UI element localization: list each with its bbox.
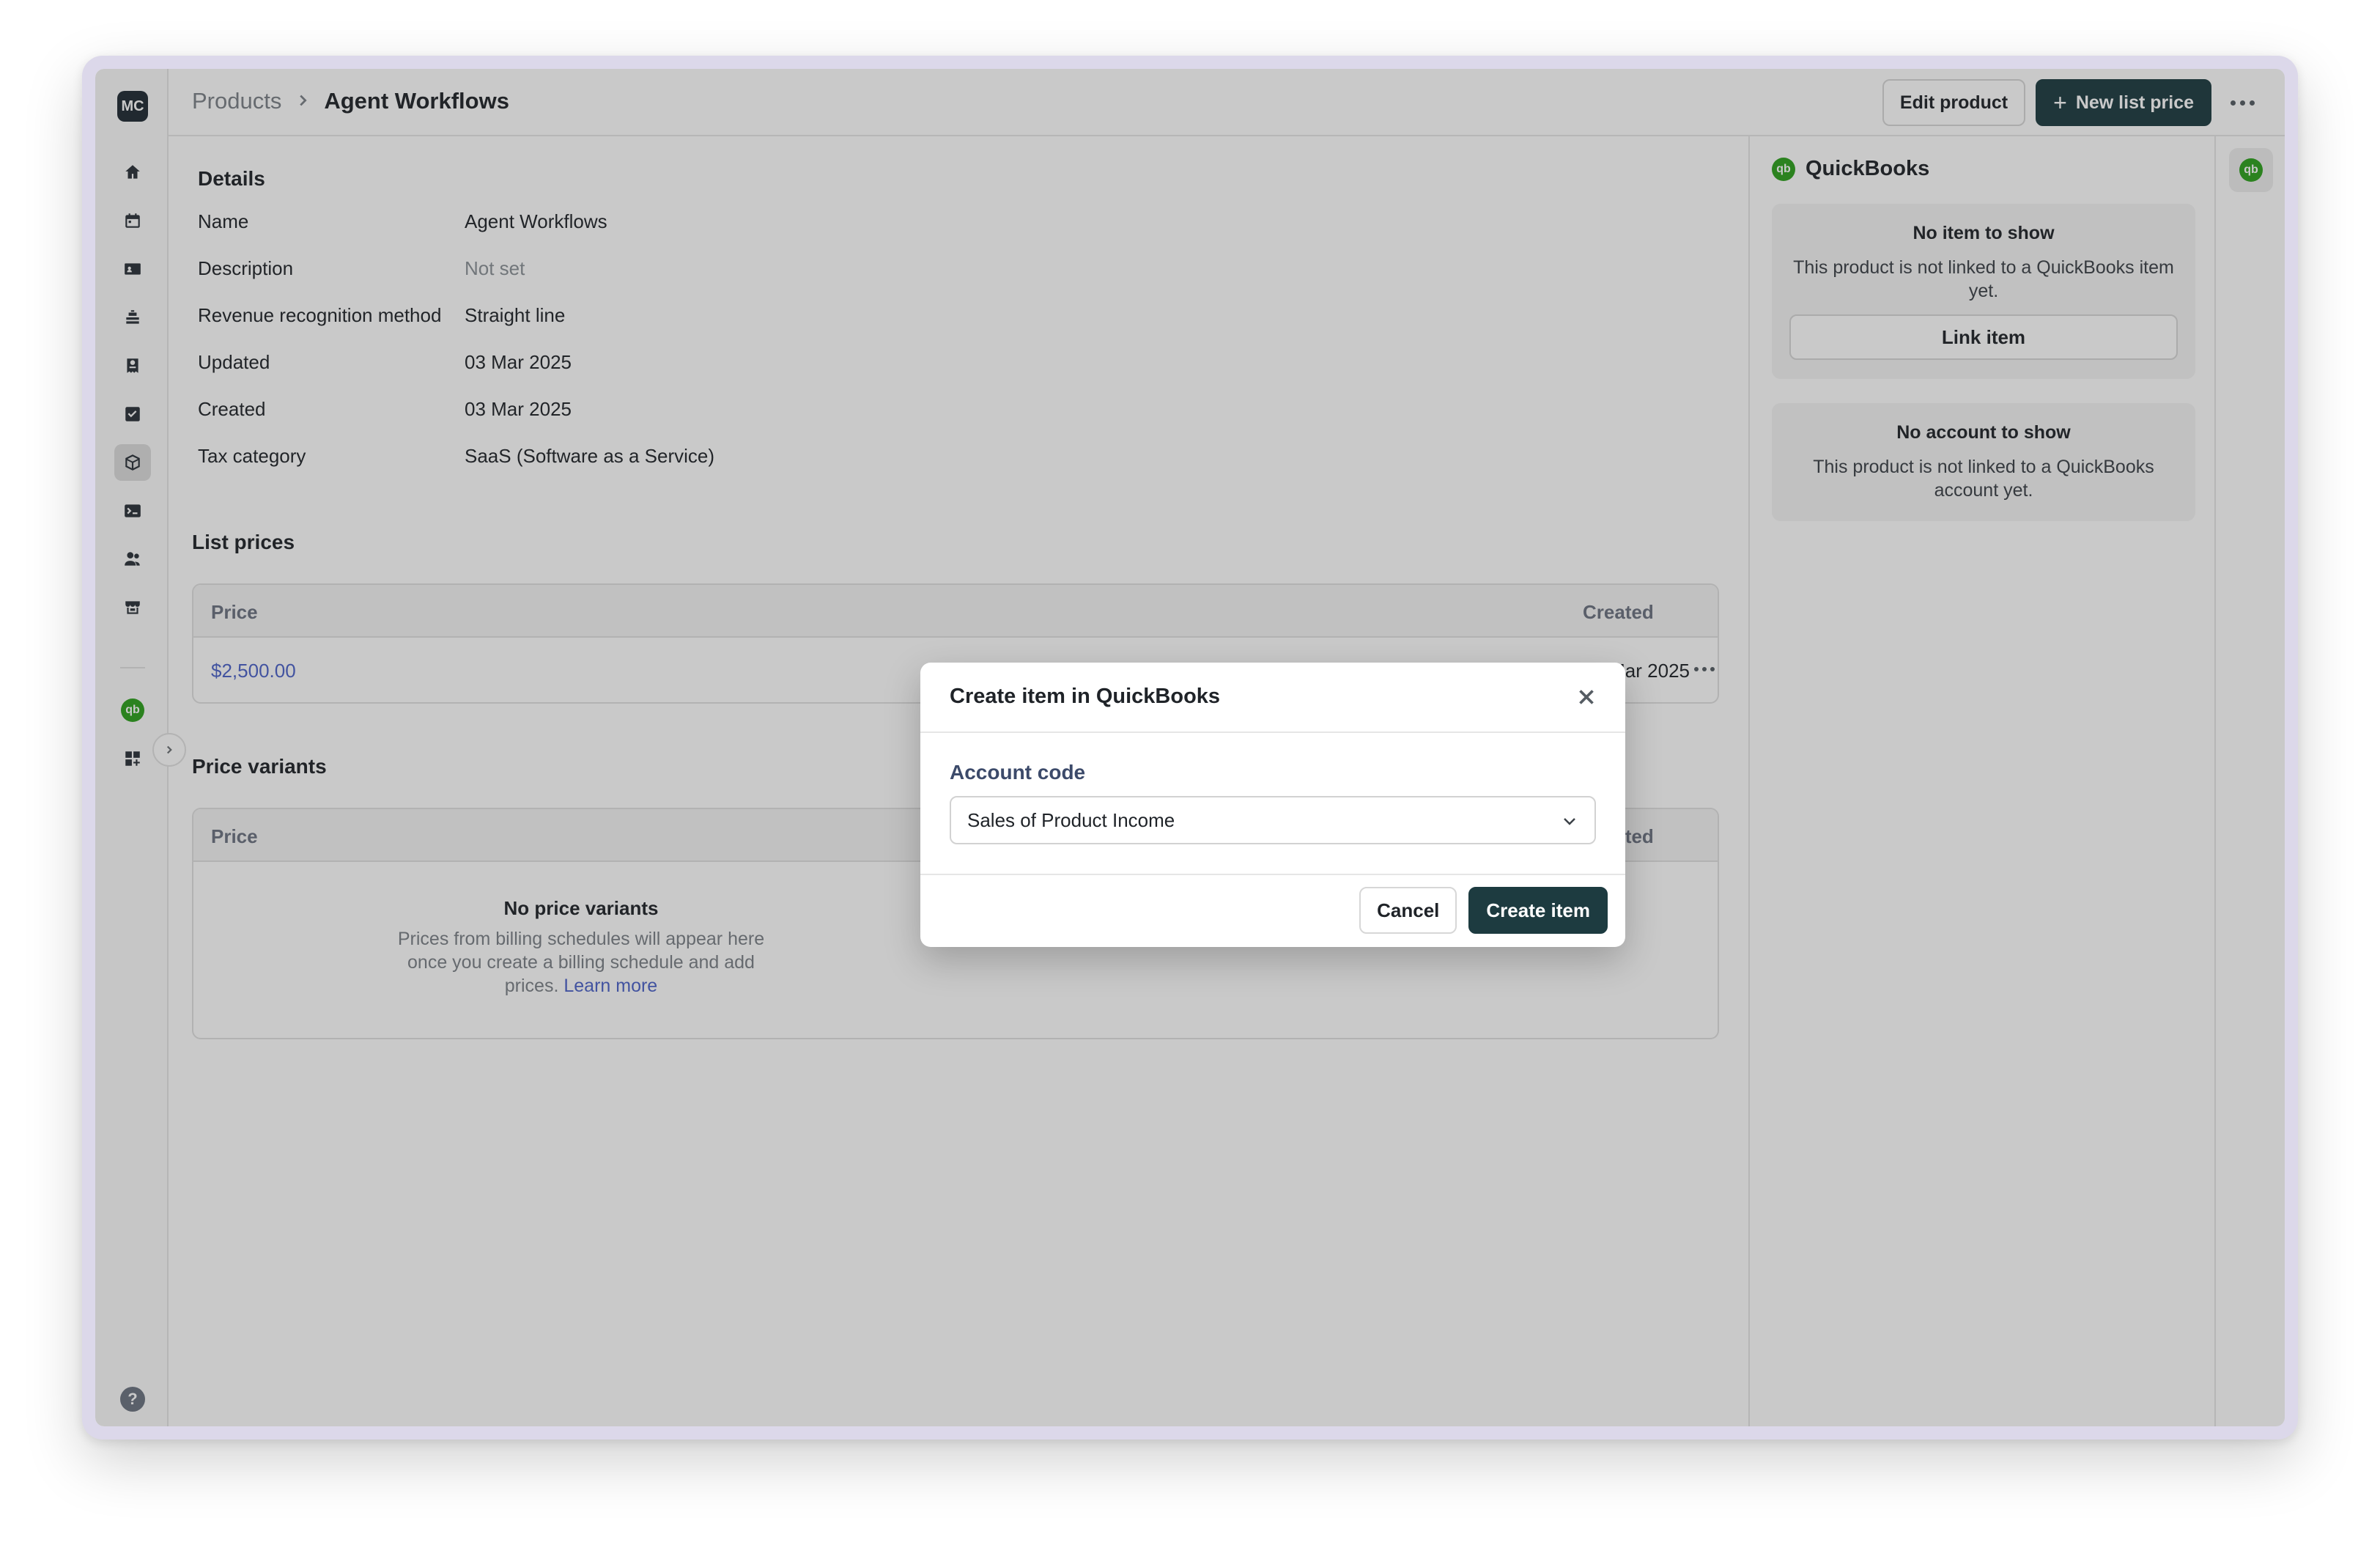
app: MC qb ? Products Agent Workflows Edit pr… <box>95 69 2285 1426</box>
chevron-down-icon <box>1564 818 1575 825</box>
modal-actions: Cancel Create item <box>1359 887 1608 934</box>
create-item-button[interactable]: Create item <box>1468 887 1608 934</box>
modal-footer: Cancel Create item <box>920 874 1625 947</box>
close-icon[interactable] <box>1574 685 1599 710</box>
modal-header: Create item in QuickBooks <box>920 663 1625 733</box>
modal-title: Create item in QuickBooks <box>950 685 1221 708</box>
modal-body: Account code Sales of Product Income <box>950 761 1596 844</box>
account-code-select[interactable]: Sales of Product Income <box>950 796 1596 844</box>
account-code-value: Sales of Product Income <box>967 809 1175 831</box>
create-item-modal: Create item in QuickBooks Account code S… <box>920 663 1625 947</box>
cancel-button[interactable]: Cancel <box>1359 887 1457 934</box>
window-frame: MC qb ? Products Agent Workflows Edit pr… <box>82 56 2298 1440</box>
account-code-label: Account code <box>950 761 1086 784</box>
